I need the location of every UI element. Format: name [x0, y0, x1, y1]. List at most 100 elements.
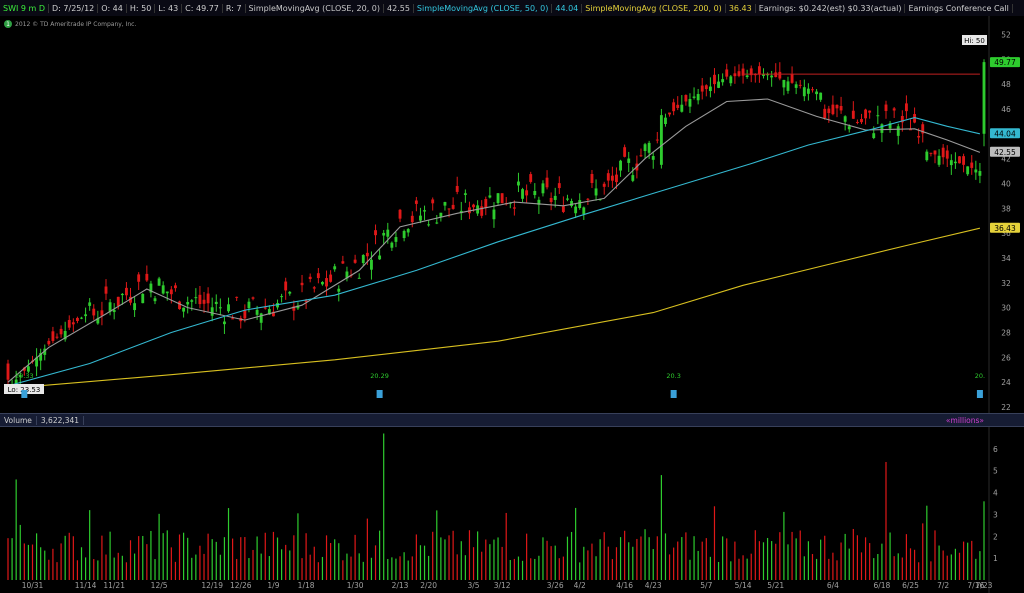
candle-body — [251, 297, 255, 299]
candle-body — [798, 84, 802, 86]
candle-body — [157, 278, 161, 286]
candle-body — [815, 91, 818, 95]
candle-body — [71, 322, 75, 325]
candle-body — [353, 259, 357, 263]
candle-body — [929, 152, 933, 154]
volume-tick-label: 3 — [993, 510, 998, 519]
candle-body — [602, 183, 606, 187]
candle-body — [308, 276, 312, 279]
candle-body — [402, 230, 406, 239]
volume-tick-label: 4 — [993, 489, 998, 498]
candle-body — [529, 174, 533, 182]
candle-body — [582, 207, 586, 215]
candle-body — [884, 104, 888, 111]
price-volume-chart[interactable]: 2224262830323436384042444648505212345610… — [0, 0, 1024, 593]
candle-body — [904, 103, 908, 112]
candle-body — [378, 255, 382, 260]
candle-body — [357, 277, 361, 279]
price-tick-label: 24 — [1001, 378, 1011, 387]
volume-tick-label: 1 — [993, 554, 998, 563]
candle-body — [786, 81, 790, 91]
candle-body — [398, 209, 402, 219]
candle-body — [745, 75, 749, 78]
price-tick-label: 52 — [1001, 30, 1011, 39]
x-tick-label: 3/26 — [547, 581, 564, 590]
candle-body — [868, 110, 872, 113]
candle-body — [67, 320, 71, 328]
candle-body — [512, 207, 516, 209]
candle-body — [892, 108, 896, 111]
volume-tick-label: 6 — [993, 445, 998, 454]
candle-body — [794, 84, 798, 88]
candle-body — [835, 104, 839, 109]
x-tick-label: 2/20 — [420, 581, 437, 590]
candle-body — [864, 109, 868, 119]
candle-body — [623, 147, 627, 157]
candle-body — [419, 215, 422, 221]
x-tick-label: 7/23 — [976, 581, 993, 590]
candle-body — [643, 144, 647, 151]
candle-body — [435, 222, 439, 224]
candle-body — [75, 317, 79, 321]
candle-body — [688, 99, 692, 107]
candle-body — [860, 119, 863, 123]
x-tick-label: 5/7 — [700, 581, 712, 590]
volume-header: Volume 3,622,341 «millions» — [0, 413, 1024, 427]
sma50-line — [7, 117, 981, 387]
candle-body — [100, 310, 104, 316]
candle-body — [664, 117, 667, 125]
candle-body — [606, 173, 610, 181]
candle-body — [700, 85, 704, 92]
sma50-tag: 44.04 — [994, 129, 1016, 138]
candle-body — [382, 232, 386, 236]
candle-body — [214, 301, 218, 305]
candle-body — [953, 161, 957, 164]
candle-body — [594, 188, 598, 196]
x-tick-label: 1/9 — [267, 581, 279, 590]
candle-body — [386, 229, 390, 237]
candle-body — [721, 79, 725, 83]
price-tick-label: 28 — [1001, 328, 1011, 337]
candle-body — [978, 171, 982, 176]
candle-body — [414, 200, 418, 204]
x-tick-label: 3/5 — [468, 581, 480, 590]
earnings-marker-label: 20. — [975, 372, 985, 380]
x-tick-label: 7/2 — [937, 581, 949, 590]
candle-body — [51, 331, 55, 341]
candle-body — [80, 317, 83, 319]
candle-body — [333, 266, 337, 270]
candle-body — [880, 124, 884, 133]
candle-body — [480, 206, 484, 216]
candle-body — [651, 156, 655, 160]
candle-body — [141, 293, 145, 304]
volume-value: 3,622,341 — [37, 415, 85, 425]
candle-body — [827, 108, 831, 114]
earnings-marker-icon — [21, 390, 28, 398]
candle-body — [549, 197, 553, 203]
earnings-marker-label: 20.3 — [666, 372, 680, 380]
candle-body — [970, 162, 974, 168]
candle-body — [876, 115, 880, 117]
candle-body — [811, 89, 814, 91]
candle-body — [872, 133, 876, 138]
candle-body — [680, 104, 684, 112]
candle-body — [839, 105, 843, 111]
candle-body — [423, 210, 426, 212]
candle-body — [855, 121, 859, 123]
candle-body — [88, 302, 92, 306]
candle-body — [365, 252, 369, 257]
candle-body — [802, 87, 806, 97]
candle-body — [958, 156, 961, 164]
candle-body — [26, 366, 30, 372]
candle-body — [668, 112, 671, 115]
hi-label: Hi: 50 — [964, 37, 985, 45]
candle-body — [831, 104, 835, 115]
candle-body — [263, 307, 267, 309]
candle-body — [231, 318, 235, 320]
candle-body — [541, 183, 545, 194]
price-tick-label: 46 — [1001, 105, 1011, 114]
candle-body — [178, 301, 181, 310]
x-tick-label: 11/14 — [75, 581, 97, 590]
earnings-marker-icon — [976, 390, 983, 398]
candle-body — [443, 202, 447, 206]
